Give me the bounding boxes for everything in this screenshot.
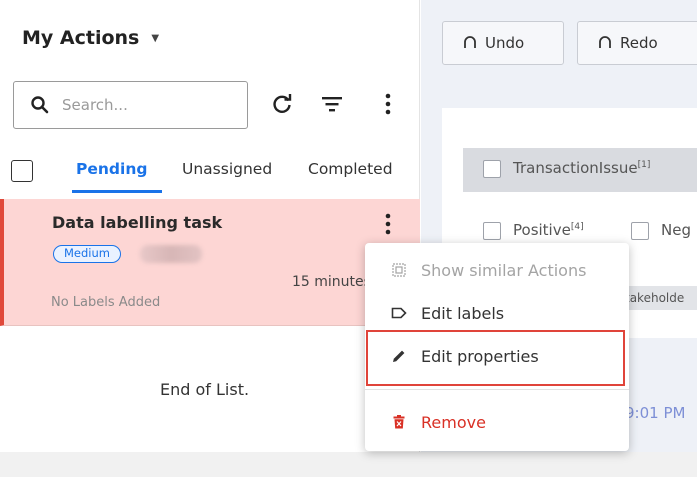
- redo-label: Redo: [620, 34, 658, 52]
- tab-completed[interactable]: Completed: [308, 160, 393, 178]
- active-tab-indicator: [72, 190, 162, 193]
- negative-label: Neg: [661, 221, 691, 239]
- trash-icon: [391, 414, 407, 430]
- label-icon: [391, 305, 407, 321]
- refresh-icon: [273, 94, 292, 113]
- list-item[interactable]: Data labelling task Medium 15 minutes ag…: [0, 199, 420, 326]
- menu-item-label: Edit labels: [421, 303, 505, 323]
- page-title: My Actions: [22, 27, 140, 49]
- task-title: Data labelling task: [52, 213, 223, 232]
- menu-item-remove[interactable]: Remove: [365, 401, 629, 443]
- more-vertical-icon: [385, 93, 391, 115]
- undo-button[interactable]: Undo: [442, 21, 564, 65]
- positive-checkbox[interactable]: [483, 222, 501, 240]
- menu-item-label: Remove: [421, 412, 486, 432]
- menu-item-edit-properties[interactable]: Edit properties: [365, 335, 629, 377]
- redo-icon: [599, 36, 611, 48]
- context-menu: Show similar Actions Edit labels Edit pr…: [365, 243, 629, 451]
- priority-badge: Medium: [53, 245, 121, 263]
- select-all-checkbox[interactable]: [11, 160, 33, 182]
- bottom-bar: [0, 452, 697, 477]
- end-of-list-text: End of List.: [160, 380, 250, 399]
- redo-button[interactable]: Redo: [577, 21, 697, 65]
- transaction-issue-label: TransactionIssue[1]: [513, 159, 651, 177]
- filter-button[interactable]: [318, 90, 346, 118]
- message-time: 9:01 PM: [625, 404, 686, 422]
- negative-checkbox[interactable]: [631, 222, 649, 240]
- menu-item-show-similar[interactable]: Show similar Actions: [365, 249, 629, 291]
- positive-label: Positive[4]: [513, 221, 584, 239]
- task-more-button[interactable]: [376, 211, 400, 237]
- search-input[interactable]: [62, 96, 232, 114]
- transaction-issue-checkbox[interactable]: [483, 160, 501, 178]
- pencil-icon: [391, 348, 407, 364]
- menu-item-label: Show similar Actions: [421, 260, 587, 280]
- task-labels-text: No Labels Added: [51, 295, 161, 310]
- more-options-button[interactable]: [374, 90, 402, 118]
- refresh-button[interactable]: [268, 90, 296, 118]
- menu-item-label: Edit properties: [421, 346, 539, 366]
- undo-icon: [464, 36, 476, 48]
- tab-unassigned[interactable]: Unassigned: [182, 160, 272, 178]
- chevron-down-icon: ▼: [151, 32, 160, 44]
- undo-label: Undo: [485, 34, 525, 52]
- filter-icon: [322, 97, 342, 112]
- search-box[interactable]: [13, 81, 248, 129]
- assignee-avatar: [140, 245, 202, 263]
- tabs: Pending Unassigned Completed: [0, 148, 420, 193]
- similar-icon: [391, 262, 407, 278]
- tab-pending[interactable]: Pending: [76, 160, 147, 178]
- more-vertical-icon: [385, 213, 391, 235]
- actions-title-dropdown[interactable]: My Actions ▼: [22, 27, 159, 49]
- search-icon: [30, 95, 50, 115]
- menu-item-edit-labels[interactable]: Edit labels: [365, 292, 629, 334]
- menu-divider: [365, 389, 629, 390]
- actions-panel: My Actions ▼ Pending Unassigned Complete…: [0, 0, 420, 452]
